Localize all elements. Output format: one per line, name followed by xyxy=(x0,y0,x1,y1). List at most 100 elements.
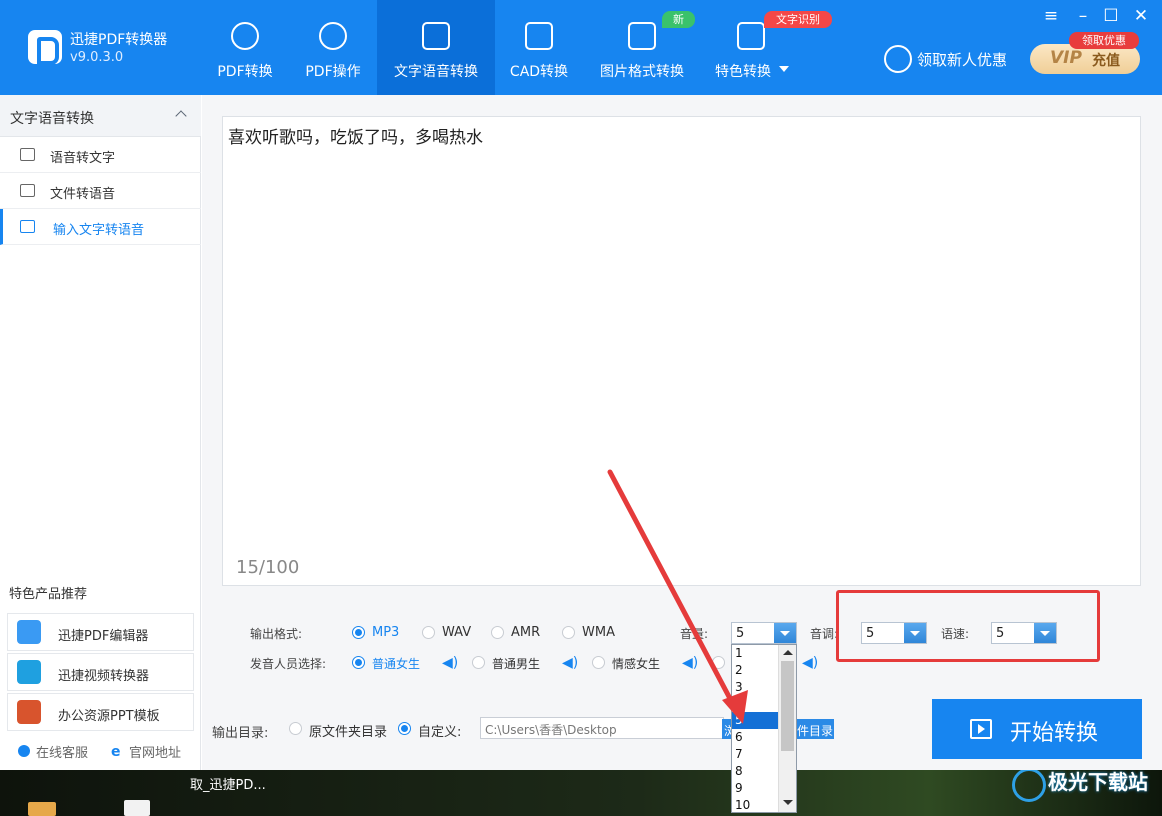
watermark-text: 极光下载站 xyxy=(1048,770,1148,794)
volume-dropdown-list[interactable]: 1 2 3 4 5 6 7 8 9 10 xyxy=(731,644,797,813)
text-box-icon xyxy=(20,220,35,233)
scroll-thumb[interactable] xyxy=(781,661,794,751)
dropdown-option[interactable]: 6 xyxy=(732,729,778,746)
desktop-file-icon[interactable] xyxy=(124,800,150,816)
speaker-preview-icon[interactable]: ◀) xyxy=(802,656,818,670)
speaker-label: 发音人员选择: xyxy=(250,657,327,671)
sidebar-section-title: 文字语音转换 xyxy=(10,111,94,127)
pdf-convert-icon xyxy=(231,22,259,50)
sidebar-item-text-to-speech[interactable]: 输入文字转语音 xyxy=(0,209,201,245)
speaker-radio-female[interactable] xyxy=(352,656,365,669)
star-icon xyxy=(737,22,765,50)
cad-icon xyxy=(525,22,553,50)
watermark-logo-icon xyxy=(1012,768,1046,802)
scroll-down-icon[interactable] xyxy=(783,800,793,805)
browser-icon: e xyxy=(111,744,121,760)
scroll-up-icon[interactable] xyxy=(783,650,793,655)
tab-label: PDF操作 xyxy=(305,64,361,80)
promo-label: 迅捷PDF编辑器 xyxy=(58,629,149,644)
image-icon xyxy=(628,22,656,50)
format-option-wav[interactable]: WAV xyxy=(442,625,471,640)
dropdown-option[interactable]: 1 xyxy=(732,645,778,662)
chevron-down-icon[interactable] xyxy=(779,66,789,72)
dropdown-option[interactable]: 7 xyxy=(732,746,778,763)
video-converter-icon xyxy=(17,660,41,684)
tab-label: PDF转换 xyxy=(217,64,273,80)
output-option-custom[interactable]: 自定义: xyxy=(418,721,461,740)
headset-icon xyxy=(18,745,30,757)
speaker-preview-icon[interactable]: ◀) xyxy=(442,656,458,670)
menu-icon[interactable]: ≡ xyxy=(1043,8,1059,25)
format-option-mp3[interactable]: MP3 xyxy=(372,625,399,640)
tab-label: 图片格式转换 xyxy=(600,64,684,80)
format-radio-wav[interactable] xyxy=(422,626,435,639)
volume-label: 音量: xyxy=(680,627,709,641)
waveform-icon xyxy=(20,148,35,161)
dropdown-option[interactable]: 8 xyxy=(732,763,778,780)
output-radio-original[interactable] xyxy=(289,722,302,735)
vip-offer-badge: 领取优惠 xyxy=(1069,32,1139,49)
speaker-radio-male[interactable] xyxy=(472,656,485,669)
website-link[interactable]: 官网地址 xyxy=(129,742,181,761)
ppt-icon xyxy=(17,700,41,724)
tab-pdf-operate[interactable]: PDF操作 xyxy=(289,0,377,95)
text-input-area[interactable]: 喜欢听歌吗，吃饭了吗，多喝热水 15/100 xyxy=(222,116,1141,586)
dropdown-option[interactable]: 4 xyxy=(732,696,778,713)
desktop-folder-icon[interactable] xyxy=(28,802,56,816)
chevron-up-icon[interactable] xyxy=(175,110,187,122)
format-option-amr[interactable]: AMR xyxy=(511,625,540,640)
desktop-shortcut-label[interactable]: 取_迅捷PD... xyxy=(190,774,266,793)
top-bar: 迅捷PDF转换器 v9.0.3.0 PDF转换 PDF操作 文字语音转换 CAD… xyxy=(0,0,1162,95)
pdf-gear-icon xyxy=(319,22,347,50)
dropdown-option[interactable]: 2 xyxy=(732,662,778,679)
tab-cad-convert[interactable]: CAD转换 xyxy=(495,0,583,95)
speaker-option-male[interactable]: 普通男生 xyxy=(492,655,540,672)
output-radio-custom[interactable] xyxy=(398,722,411,735)
speaker-preview-icon[interactable]: ◀) xyxy=(682,656,698,670)
input-text[interactable]: 喜欢听歌吗，吃饭了吗，多喝热水 xyxy=(228,123,483,148)
promo-ppt-templates[interactable]: 办公资源PPT模板 xyxy=(7,693,194,731)
start-convert-label: 开始转换 xyxy=(1010,721,1099,746)
speaker-radio-other[interactable] xyxy=(712,656,725,669)
promo-video-converter[interactable]: 迅捷视频转换器 xyxy=(7,653,194,691)
sidebar-item-label: 输入文字转语音 xyxy=(53,223,145,238)
speaker-option-emotional[interactable]: 情感女生 xyxy=(612,655,660,672)
output-dir-label: 输出目录: xyxy=(212,726,269,741)
promo-pdf-editor[interactable]: 迅捷PDF编辑器 xyxy=(7,613,194,651)
user-icon[interactable] xyxy=(884,45,912,73)
close-icon[interactable]: ✕ xyxy=(1133,8,1149,25)
minimize-icon[interactable]: – xyxy=(1075,8,1091,25)
app-logo-icon xyxy=(28,30,62,65)
output-option-original[interactable]: 原文件夹目录 xyxy=(309,721,387,740)
format-radio-amr[interactable] xyxy=(491,626,504,639)
dropdown-option-highlighted[interactable]: 5 xyxy=(732,712,778,729)
speaker-radio-emotional[interactable] xyxy=(592,656,605,669)
play-icon xyxy=(970,719,992,739)
volume-select[interactable]: 5 xyxy=(731,622,797,644)
sidebar-item-file-to-speech[interactable]: 文件转语音 xyxy=(0,173,201,209)
sidebar-item-speech-to-text[interactable]: 语音转文字 xyxy=(0,137,201,173)
format-radio-mp3[interactable] xyxy=(352,626,365,639)
promo-title: 特色产品推荐 xyxy=(9,587,88,602)
maximize-icon[interactable]: ☐ xyxy=(1103,8,1119,25)
output-path-input[interactable]: C:\Users\香香\Desktop xyxy=(480,717,724,739)
ocr-badge: 文字识别 xyxy=(764,11,832,28)
tab-text-speech[interactable]: 文字语音转换 xyxy=(377,0,495,95)
dropdown-option[interactable]: 10 xyxy=(732,797,778,814)
online-service-link[interactable]: 在线客服 xyxy=(36,742,88,761)
app-window: 迅捷PDF转换器 v9.0.3.0 PDF转换 PDF操作 文字语音转换 CAD… xyxy=(0,0,1162,813)
dropdown-scrollbar[interactable] xyxy=(778,645,796,812)
sidebar: 文字语音转换 语音转文字 文件转语音 输入文字转语音 特色产品推荐 迅捷PDF编… xyxy=(0,95,201,770)
tab-pdf-convert[interactable]: PDF转换 xyxy=(201,0,289,95)
speaker-option-female[interactable]: 普通女生 xyxy=(372,655,420,672)
speaker-preview-icon[interactable]: ◀) xyxy=(562,656,578,670)
format-radio-wma[interactable] xyxy=(562,626,575,639)
format-option-wma[interactable]: WMA xyxy=(582,625,615,640)
new-user-offer-link[interactable]: 领取新人优惠 xyxy=(917,49,1007,70)
sidebar-section-header[interactable]: 文字语音转换 xyxy=(0,95,201,137)
dropdown-option[interactable]: 3 xyxy=(732,679,778,696)
start-convert-button[interactable]: 开始转换 xyxy=(932,699,1142,759)
app-version: v9.0.3.0 xyxy=(70,50,124,65)
chevron-down-icon[interactable] xyxy=(774,623,796,643)
dropdown-option[interactable]: 9 xyxy=(732,780,778,797)
